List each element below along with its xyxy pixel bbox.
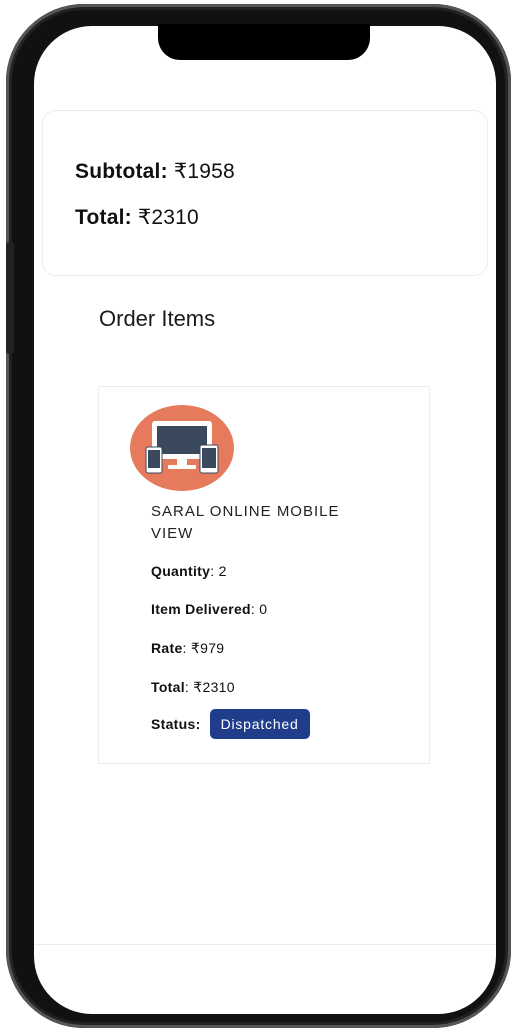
order-items-title: Order Items	[99, 306, 216, 331]
quantity-value: : 2	[210, 563, 227, 579]
phone-frame: Subtotal: ₹1958 Total: ₹2310 Order Items	[6, 4, 511, 1028]
bottom-divider	[34, 944, 496, 945]
phone-notch	[158, 24, 370, 60]
rate-label: Rate	[151, 640, 183, 656]
total-label: Total:	[75, 206, 132, 229]
product-name: SARAL ONLINE MOBILE VIEW	[151, 503, 340, 542]
subtotal-row: Subtotal: ₹1958	[75, 159, 235, 184]
delivered-label: Item Delivered	[151, 601, 251, 617]
item-total-value: : ₹2310	[184, 679, 235, 695]
order-item-card[interactable]: SARAL ONLINE MOBILE VIEW Quantity: 2 Ite…	[98, 386, 430, 764]
status-label: Status:	[151, 716, 201, 732]
phone-screen: Subtotal: ₹1958 Total: ₹2310 Order Items	[34, 26, 496, 1014]
delivered-value: : 0	[250, 601, 268, 617]
item-total-row: Total: ₹2310	[151, 679, 235, 696]
order-summary-card: Subtotal: ₹1958 Total: ₹2310	[42, 110, 488, 276]
total-row: Total: ₹2310	[75, 205, 199, 230]
rate-row: Rate: ₹979	[151, 640, 224, 657]
phone-side-button	[6, 242, 14, 354]
quantity-row: Quantity: 2	[151, 563, 227, 579]
total-value: ₹2310	[137, 206, 199, 229]
rate-value: : ₹979	[182, 640, 225, 656]
quantity-label: Quantity	[151, 563, 211, 579]
status-row: Status: Dispatched	[151, 709, 310, 739]
delivered-row: Item Delivered: 0	[151, 601, 267, 617]
subtotal-value: ₹1958	[173, 160, 235, 183]
item-total-label: Total	[151, 679, 185, 695]
status-badge: Dispatched	[209, 709, 310, 739]
devices-icon	[130, 405, 234, 491]
subtotal-label: Subtotal:	[75, 160, 168, 183]
